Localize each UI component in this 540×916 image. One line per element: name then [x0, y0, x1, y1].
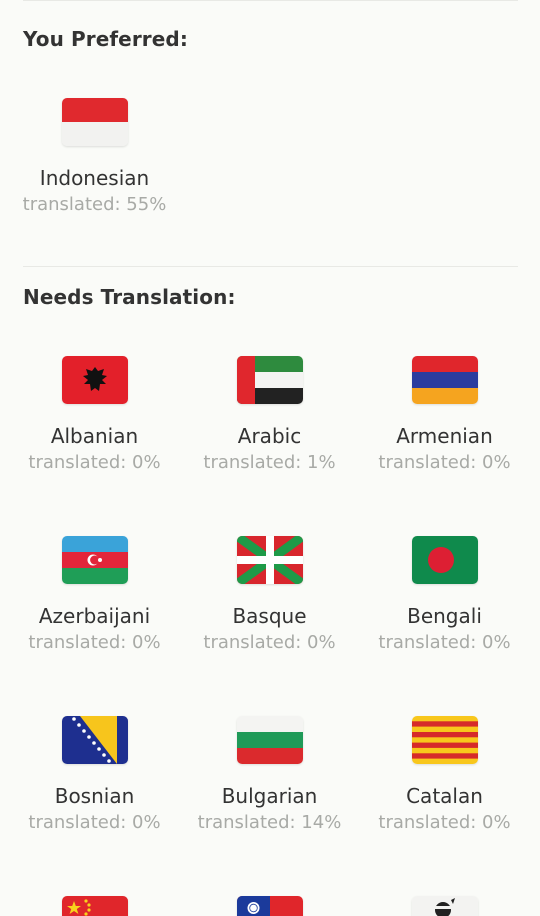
translation-progress: translated: 0%	[203, 632, 336, 653]
translation-progress: translated: 0%	[28, 452, 161, 473]
language-name: Basque	[232, 604, 307, 628]
translation-progress: translated: 0%	[28, 812, 161, 833]
language-card-bengali[interactable]: Bengali translated: 0%	[357, 536, 532, 655]
language-name: Azerbaijani	[38, 604, 151, 628]
taiwan-flag-icon	[236, 896, 303, 916]
corsica-flag-icon	[411, 896, 478, 916]
language-card-corsican[interactable]	[357, 896, 532, 916]
basque-flag-icon	[236, 536, 303, 584]
bangladesh-flag-icon	[411, 536, 478, 584]
armenia-flag-icon	[411, 356, 478, 404]
translation-progress: translated: 0%	[378, 632, 511, 653]
language-name: Catalan	[406, 784, 483, 808]
catalonia-flag-icon	[411, 716, 478, 764]
language-card-bosnian[interactable]: Bosnian translated: 0%	[7, 716, 182, 835]
translation-progress: translated: 1%	[203, 452, 336, 473]
language-name: Bosnian	[54, 784, 135, 808]
china-flag-icon	[61, 896, 128, 916]
translation-progress: translated: 0%	[28, 632, 161, 653]
language-name: Armenian	[396, 424, 493, 448]
translation-progress: translated: 0%	[378, 452, 511, 473]
section-divider	[23, 266, 518, 267]
top-divider	[23, 0, 518, 1]
language-card-catalan[interactable]: Catalan translated: 0%	[357, 716, 532, 835]
albania-flag-icon	[61, 356, 128, 404]
language-card-albanian[interactable]: Albanian translated: 0%	[7, 356, 182, 475]
azerbaijan-flag-icon	[61, 536, 128, 584]
language-card-bulgarian[interactable]: Bulgarian translated: 14%	[182, 716, 357, 835]
translation-progress: translated: 55%	[22, 194, 167, 215]
uae-flag-icon	[236, 356, 303, 404]
language-card-basque[interactable]: Basque translated: 0%	[182, 536, 357, 655]
indonesia-flag-icon	[61, 98, 128, 146]
language-name: Arabic	[237, 424, 302, 448]
bulgaria-flag-icon	[236, 716, 303, 764]
needs-translation-section-title: Needs Translation:	[23, 285, 236, 309]
language-card-indonesian[interactable]: Indonesian translated: 55%	[7, 98, 182, 217]
language-card-azerbaijani[interactable]: Azerbaijani translated: 0%	[7, 536, 182, 655]
language-card-armenian[interactable]: Armenian translated: 0%	[357, 356, 532, 475]
language-card-chinese[interactable]	[7, 896, 182, 916]
language-card-chinese-traditional[interactable]	[182, 896, 357, 916]
preferred-section-title: You Preferred:	[23, 27, 188, 51]
language-name: Albanian	[50, 424, 139, 448]
language-card-arabic[interactable]: Arabic translated: 1%	[182, 356, 357, 475]
language-name: Bulgarian	[221, 784, 318, 808]
language-picker-page: You Preferred: Indonesian translated: 55…	[0, 0, 540, 916]
bosnia-flag-icon	[61, 716, 128, 764]
translation-progress: translated: 14%	[197, 812, 342, 833]
language-name: Bengali	[407, 604, 482, 628]
translation-progress: translated: 0%	[378, 812, 511, 833]
language-name: Indonesian	[39, 166, 150, 190]
